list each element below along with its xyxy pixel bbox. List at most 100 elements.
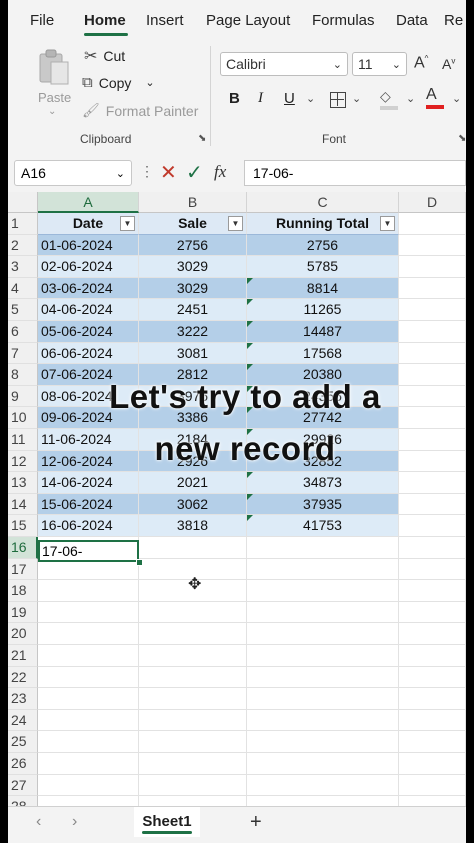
table-cell[interactable]: 2021 [139,472,247,494]
row-header[interactable]: 14 [8,493,38,516]
table-cell[interactable]: 3818 [139,515,247,537]
table-cell[interactable]: 06-06-2024 [38,342,139,365]
row-header[interactable]: 1 [8,213,38,235]
table-header-cell[interactable]: Date ▼ [38,213,139,235]
empty-cell[interactable] [247,709,399,732]
chevron-down-icon[interactable]: ⌄ [306,92,315,105]
empty-cell[interactable] [139,688,247,710]
table-cell[interactable]: 04-06-2024 [38,299,139,321]
empty-cell[interactable] [139,796,247,806]
borders-button[interactable] [330,92,346,108]
font-name-select[interactable]: Calibri ⌄ [220,52,348,76]
empty-cell[interactable] [38,753,139,775]
empty-cell[interactable] [38,796,139,806]
row-header[interactable]: 20 [8,623,38,645]
row-header[interactable]: 26 [8,753,38,775]
empty-cell[interactable] [399,601,466,624]
row-header[interactable]: 21 [8,645,38,667]
enter-check-icon[interactable]: ✓ [186,160,203,185]
empty-cell[interactable] [247,645,399,667]
paste-button[interactable]: Paste ⌄ [34,44,74,124]
underline-button[interactable]: U [284,90,295,107]
table-cell[interactable]: 16-06-2024 [38,515,139,537]
row-header[interactable]: 23 [8,688,38,710]
column-header-c[interactable]: C [247,192,399,213]
empty-cell[interactable] [399,623,466,645]
empty-cell[interactable] [399,299,466,321]
row-header[interactable]: 2 [8,234,38,257]
table-cell[interactable]: 2756 [139,234,247,257]
empty-cell[interactable] [247,666,399,689]
tab-insert[interactable]: Insert [146,12,184,29]
empty-cell[interactable] [139,623,247,645]
empty-cell[interactable] [399,234,466,257]
empty-cell[interactable] [399,256,466,278]
tab-page-layout[interactable]: Page Layout [206,12,290,29]
row-header[interactable]: 3 [8,256,38,278]
empty-cell[interactable] [38,645,139,667]
empty-cell[interactable] [399,731,466,753]
row-header[interactable]: 7 [8,342,38,365]
empty-cell[interactable] [38,601,139,624]
empty-cell[interactable] [247,796,399,806]
empty-cell[interactable] [399,277,466,300]
dialog-launcher-icon[interactable]: ⬊ [198,133,206,144]
table-cell[interactable]: 3081 [139,342,247,365]
table-cell[interactable]: 02-06-2024 [38,256,139,278]
empty-cell[interactable] [399,666,466,689]
column-header-a[interactable]: A [38,192,139,213]
chevron-down-icon[interactable]: ⌄ [352,92,361,105]
empty-cell[interactable] [38,688,139,710]
tab-data[interactable]: Data [396,12,428,29]
table-cell[interactable]: 2451 [139,299,247,321]
empty-cell[interactable] [247,731,399,753]
empty-cell[interactable] [399,321,466,343]
empty-cell[interactable] [399,342,466,365]
chevron-down-icon[interactable]: ⌄ [406,92,415,105]
font-size-select[interactable]: 11 ⌄ [352,52,407,76]
table-cell[interactable]: 3029 [139,256,247,278]
empty-cell[interactable] [38,774,139,797]
empty-cell[interactable] [399,753,466,775]
table-cell[interactable]: 14487 [247,321,399,343]
dialog-launcher-icon[interactable]: ⬊ [458,133,466,144]
empty-cell[interactable] [38,623,139,645]
row-header[interactable]: 28 [8,796,38,806]
row-header[interactable]: 5 [8,299,38,321]
table-cell[interactable]: 3062 [139,493,247,516]
cancel-icon[interactable]: ✕ [160,160,177,185]
empty-cell[interactable] [139,537,247,559]
table-cell[interactable]: 2756 [247,234,399,257]
table-cell[interactable]: 3029 [139,277,247,300]
row-header[interactable]: 16 [8,537,38,559]
empty-cell[interactable] [139,666,247,689]
table-cell[interactable]: 01-06-2024 [38,234,139,257]
filter-dropdown-icon[interactable]: ▼ [228,216,243,231]
table-header-cell[interactable]: Sale ▼ [139,213,247,235]
empty-cell[interactable] [247,580,399,602]
fill-handle[interactable] [136,559,143,566]
insert-function-icon[interactable]: fx [214,162,226,182]
row-header[interactable]: 22 [8,666,38,689]
empty-cell[interactable] [399,580,466,602]
formula-input[interactable]: 17-06- [244,160,466,186]
row-header[interactable]: 27 [8,774,38,797]
scroll-right-icon[interactable]: › [72,813,77,831]
tab-review[interactable]: Re [444,12,463,29]
empty-cell[interactable] [399,493,466,516]
row-header[interactable]: 15 [8,515,38,537]
add-sheet-button[interactable]: + [250,811,262,834]
table-cell[interactable]: 05-06-2024 [38,321,139,343]
empty-cell[interactable] [247,688,399,710]
font-color-button[interactable]: A [426,86,446,112]
sheet-tab-sheet1[interactable]: Sheet1 [134,807,200,837]
empty-cell[interactable] [399,537,466,559]
empty-cell[interactable] [139,709,247,732]
row-header[interactable]: 17 [8,558,38,581]
table-cell[interactable]: 15-06-2024 [38,493,139,516]
tab-file[interactable]: File [30,12,54,29]
empty-cell[interactable] [399,213,466,235]
fill-color-button[interactable]: ◇ [380,88,400,112]
select-all-corner[interactable] [8,192,38,213]
empty-cell[interactable] [139,601,247,624]
